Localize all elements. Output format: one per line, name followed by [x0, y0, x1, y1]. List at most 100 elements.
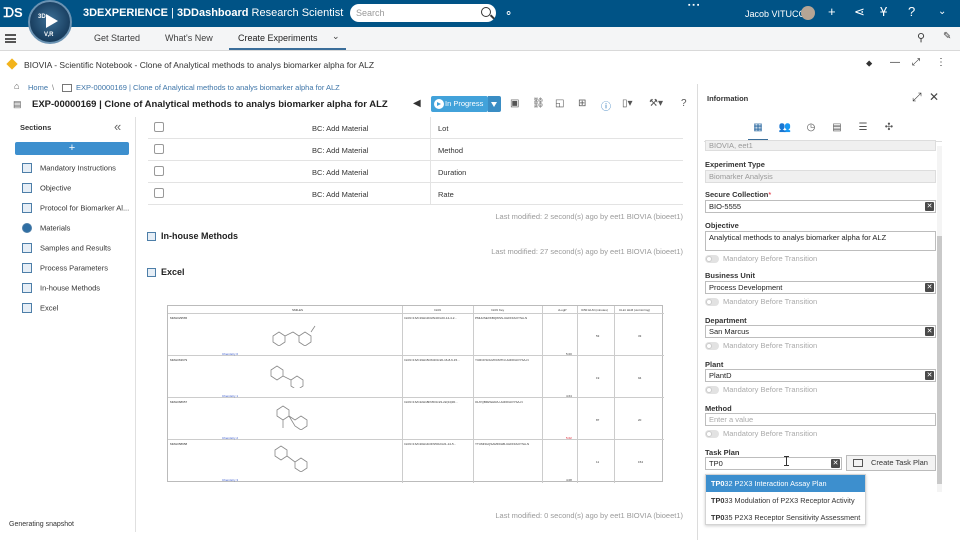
suggestion-item[interactable]: TP035 P2X3 Receptor Sensitivity Assessme… [706, 509, 865, 526]
sheet-cell-inchi: InChI=1S/C20H14ClFN5O2/c21-14-5... [404, 442, 457, 446]
edit-icon[interactable]: ✎ [943, 31, 951, 42]
business-unit-field[interactable]: Process Development ✕ [705, 281, 936, 294]
document-menu-icon[interactable]: ▯▾ [622, 98, 633, 109]
tab-create-experiments[interactable]: Create Experiments [238, 33, 318, 43]
toggle-switch[interactable] [705, 298, 719, 307]
tools-icon[interactable]: Ұ [880, 4, 887, 19]
compass-icon[interactable]: 3D V,R [28, 0, 72, 44]
expand-icon[interactable]: ⤢ [912, 57, 920, 68]
play-status-icon [434, 99, 444, 109]
suggestion-item[interactable]: TP033 Modulation of P2X3 Receptor Activi… [706, 492, 865, 509]
mandatory-toggle[interactable]: Mandatory Before Transition [705, 341, 818, 351]
add-icon[interactable]: + [828, 4, 836, 19]
window-controls-icon: ▪ ▪ ▪ [688, 2, 700, 9]
section-item-process-parameters[interactable]: Process Parameters [22, 263, 108, 277]
mandatory-toggle[interactable]: Mandatory Before Transition [705, 254, 817, 264]
biovia-icon [6, 58, 18, 70]
objective-textarea[interactable]: Analytical methods to analys biomarker a… [705, 231, 936, 251]
breadcrumb-experiment[interactable]: EXP-00000169 | Clone of Analytical metho… [76, 83, 340, 92]
clear-icon[interactable]: ✕ [925, 371, 934, 380]
tools-menu-icon[interactable]: ⚒▾ [649, 98, 663, 109]
toggle-switch[interactable] [705, 255, 719, 264]
user-name[interactable]: Jacob VITUCCI [745, 9, 808, 19]
search-person-icon[interactable]: ⚲ [917, 31, 925, 44]
link-icon[interactable]: ⛓ [532, 98, 545, 109]
close-icon[interactable]: ✕ [929, 90, 939, 104]
history-tab-icon[interactable]: ◷ [804, 122, 818, 134]
section-item-label: Protocol for Biomarker Al... [40, 203, 130, 213]
more-icon[interactable]: ⋮ [936, 57, 946, 68]
mandatory-toggle[interactable]: Mandatory Before Transition [705, 385, 817, 395]
clear-icon[interactable]: ✕ [925, 202, 934, 211]
properties-tab-icon[interactable]: ▦ [751, 122, 765, 134]
department-field[interactable]: San Marcus ✕ [705, 325, 936, 338]
last-modified-text: Last modified: 2 second(s) ago by eet1 B… [495, 212, 683, 221]
avatar[interactable] [801, 6, 815, 20]
save-icon[interactable]: ▣ [510, 98, 519, 109]
tab-chevron-down-icon[interactable]: ⌄ [332, 31, 340, 42]
people-tab-icon[interactable]: 👥 [778, 122, 792, 134]
sheet-cell-key: PMHUSEXKBQWSS-UHFFFAOYSA-N [475, 316, 528, 320]
objective-label: Objective [705, 221, 739, 230]
section-item-objective[interactable]: Objective [22, 183, 71, 197]
row-checkbox[interactable] [154, 144, 164, 154]
scrollbar-thumb[interactable] [937, 236, 942, 484]
toggle-switch[interactable] [705, 430, 719, 439]
status-dropdown-button[interactable] [488, 96, 501, 112]
share-icon[interactable]: ⋖ [854, 4, 865, 20]
home-icon[interactable]: ⌂ [14, 81, 19, 91]
chart-tab-icon[interactable]: ▤ [830, 122, 844, 134]
search-icon[interactable] [481, 7, 491, 17]
mandatory-toggle[interactable]: Mandatory Before Transition [705, 297, 817, 307]
info-icon[interactable]: ⓘ [601, 98, 611, 113]
section-item-mandatory-instructions[interactable]: Mandatory Instructions [22, 163, 116, 177]
add-section-button[interactable]: + [15, 142, 129, 155]
minimize-icon[interactable]: — [890, 57, 900, 68]
collapse-icon[interactable]: « [114, 119, 121, 134]
suggestion-item[interactable]: TP032 P2X3 Interaction Assay Plan [706, 475, 865, 492]
section-item-materials[interactable]: Materials [22, 223, 70, 237]
breadcrumb-home[interactable]: Home [28, 83, 48, 92]
sheet-cell-chem: Chemistry 3 [222, 478, 239, 482]
previous-icon[interactable]: ◀ [413, 98, 421, 109]
toggle-switch[interactable] [705, 342, 719, 351]
task-plan-input[interactable]: TP0 ✕ [705, 457, 842, 470]
network-tab-icon[interactable]: ✣ [882, 122, 896, 134]
hamburger-menu-icon[interactable] [5, 34, 16, 43]
row-checkbox[interactable] [154, 188, 164, 198]
clear-icon[interactable]: ✕ [831, 459, 840, 468]
list-tab-icon[interactable]: ☰ [856, 122, 870, 134]
tab-whats-new[interactable]: What's New [165, 33, 213, 43]
row-checkbox[interactable] [154, 122, 164, 132]
excel-sheet[interactable]: SMILES InChI InChI Key cLogP IC50 HLM (m… [167, 305, 664, 483]
structure-icon[interactable]: ⊞ [578, 98, 586, 109]
tag-icon[interactable]: ⚬ [504, 7, 513, 20]
section-item-protocol[interactable]: Protocol for Biomarker Al... [22, 203, 129, 217]
sheet-cell-clogp: 4.08 [566, 478, 572, 482]
mandatory-toggle[interactable]: Mandatory Before Transition [705, 429, 817, 439]
section-item-samples-results[interactable]: Samples and Results [22, 243, 111, 257]
toggle-switch[interactable] [705, 386, 719, 395]
section-item-excel[interactable]: Excel [22, 303, 58, 317]
department-value: San Marcus [709, 327, 750, 336]
pin-icon[interactable]: ⬥ [866, 58, 872, 69]
ds-logo-icon[interactable]: ᗪS [2, 2, 24, 24]
method-field[interactable]: Enter a value [705, 413, 936, 426]
create-task-plan-button[interactable]: Create Task Plan [846, 455, 936, 471]
mandatory-label: Mandatory Before Transition [723, 341, 818, 350]
chevron-down-icon[interactable]: ⌄ [938, 6, 946, 17]
layout-icon[interactable]: ◱ [555, 98, 564, 109]
section-item-inhouse-methods[interactable]: In-house Methods [22, 283, 100, 297]
clear-icon[interactable]: ✕ [925, 327, 934, 336]
help-icon[interactable]: ? [681, 98, 687, 109]
plant-field[interactable]: PlantD ✕ [705, 369, 936, 382]
tab-get-started[interactable]: Get Started [94, 33, 140, 43]
help-icon[interactable]: ? [908, 4, 915, 19]
clear-icon[interactable]: ✕ [925, 283, 934, 292]
secure-collection-value: BIO-5555 [709, 202, 742, 211]
secure-collection-field[interactable]: BIO-5555 ✕ [705, 200, 936, 213]
expand-icon[interactable]: ⤢ [912, 90, 922, 105]
search-input[interactable]: Search [350, 4, 496, 22]
row-checkbox[interactable] [154, 166, 164, 176]
status-button[interactable]: In Progress [431, 96, 488, 112]
